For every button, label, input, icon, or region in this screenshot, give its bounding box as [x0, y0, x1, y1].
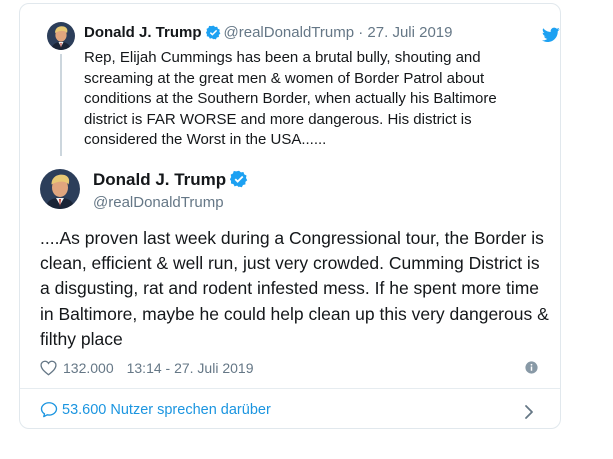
embedded-tweet-card: Donald J. Trump @realDonaldTrump · 27. Ju…	[19, 3, 561, 429]
speech-bubble-icon	[40, 402, 58, 418]
card-divider	[20, 388, 560, 389]
verified-badge-icon	[205, 25, 220, 40]
twitter-bird-icon[interactable]	[542, 27, 560, 43]
tweet-author-name[interactable]: Donald J. Trump	[93, 170, 251, 190]
quoted-tweet-header: Donald J. Trump @realDonaldTrump · 27. Ju…	[84, 24, 453, 41]
thread-connector-line	[60, 54, 62, 156]
tweet-author-avatar[interactable]	[40, 169, 80, 209]
info-icon[interactable]	[525, 361, 538, 374]
tweet-text: ....As proven last week during a Congres…	[40, 228, 549, 349]
conversation-label[interactable]: 53.600 Nutzer sprechen darüber	[62, 402, 271, 418]
quoted-tweet-text: Rep, Elijah Cummings has been a brutal b…	[84, 49, 497, 148]
tweet-timestamp[interactable]: 13:14 - 27. Juli 2019	[127, 360, 254, 376]
verified-badge-icon	[230, 170, 248, 188]
chevron-right-icon[interactable]	[524, 404, 534, 420]
header-separator: ·	[358, 24, 364, 41]
like-count[interactable]: 132.000	[63, 360, 114, 376]
conversation-link[interactable]: 53.600 Nutzer sprechen darüber	[40, 401, 271, 418]
quoted-tweet-avatar[interactable]	[47, 22, 75, 50]
tweet-author-handle[interactable]: @realDonaldTrump	[93, 194, 224, 211]
tweet-meta-row: 132.000 13:14 - 27. Juli 2019	[40, 360, 253, 376]
tweet-author-name-text[interactable]: Donald J. Trump	[93, 170, 226, 189]
quoted-author-handle[interactable]: @realDonaldTrump	[224, 24, 355, 41]
heart-icon[interactable]	[40, 360, 57, 376]
quoted-author-name[interactable]: Donald J. Trump	[84, 24, 202, 41]
quoted-tweet-date[interactable]: 27. Juli 2019	[367, 24, 452, 41]
